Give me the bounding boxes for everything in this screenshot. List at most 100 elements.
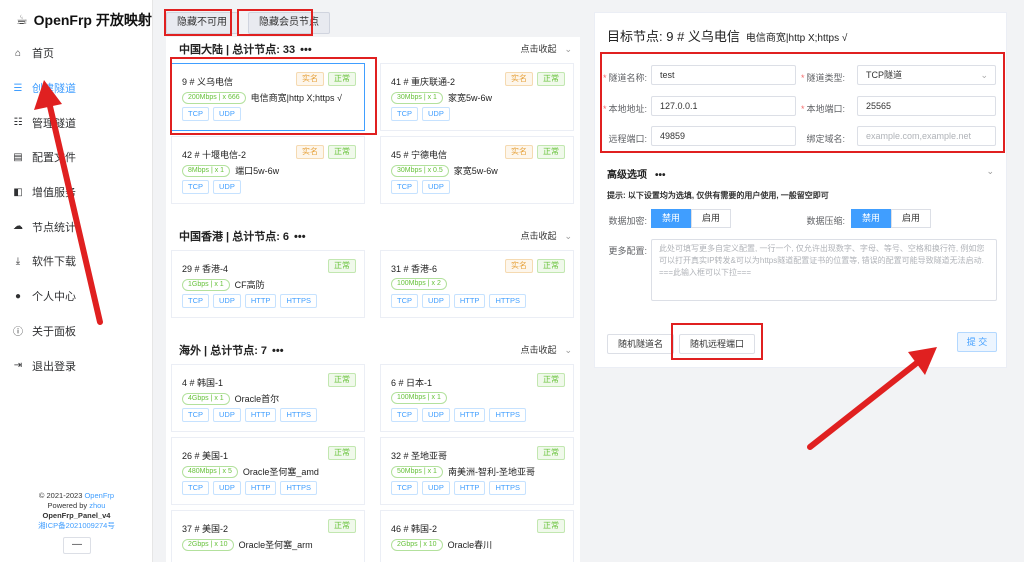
node-card[interactable]: 45 # 宁德电信 实名 正常 30Mbps | x 0.5 家宽5w-6w TCP UDP xyxy=(380,136,574,204)
chevron-down-icon[interactable]: ⌄ xyxy=(986,166,994,177)
encrypt-disable-option[interactable]: 禁用 xyxy=(651,209,692,228)
sidebar-collapse-button[interactable]: — xyxy=(63,537,91,554)
protocol-tag: HTTP xyxy=(244,481,277,495)
target-node-title: 目标节点: 9 # 义乌电信 电信商宽|http X;https √ xyxy=(607,26,847,45)
node-badges: 实名 正常 xyxy=(505,259,565,273)
encrypt-enable-option[interactable]: 启用 xyxy=(691,209,732,228)
protocol-tags: TCP UDP HTTP HTTPS xyxy=(391,481,527,495)
protocol-tag: HTTPS xyxy=(489,408,527,422)
bandwidth-tag: 4Gbps | x 1 xyxy=(182,392,230,405)
node-title: 6 # 日本-1 xyxy=(391,378,433,388)
node-badges: 实名 正常 xyxy=(505,145,565,159)
bandwidth-tag: 50Mbps | x 1 xyxy=(391,465,443,478)
group-header[interactable]: 中国大陆 | 总计节点: 33 ••• xyxy=(179,41,312,57)
node-card[interactable]: 26 # 美国-1 正常 480Mbps | x 5 Oracle圣何塞_amd TCP… xyxy=(171,437,365,505)
chevron-down-icon: ⌄ xyxy=(564,44,572,54)
node-title: 4 # 韩国-1 xyxy=(182,378,224,388)
node-card[interactable]: 31 # 香港-6 实名 正常 100Mbps | x 2 TCP UDP HTTP HTTP… xyxy=(380,250,574,318)
compress-enable-option[interactable]: 启用 xyxy=(891,209,932,228)
list-icon: ☰ xyxy=(13,82,23,94)
sidebar-item-label: 退出登录 xyxy=(32,360,76,373)
protocol-tag: TCP xyxy=(391,481,418,495)
sidebar-item-label: 管理隧道 xyxy=(32,117,76,130)
node-card[interactable]: 42 # 十堰电信-2 实名 正常 8Mbps | x 1 端口5w-6w TCP UDP xyxy=(171,136,365,204)
sidebar-item-6[interactable]: ⤓ 软件下载 xyxy=(0,244,153,279)
icp-link[interactable]: 湘ICP备2021009274号 xyxy=(0,521,153,531)
protocol-tag: UDP xyxy=(422,294,450,308)
protocol-tags: TCP UDP HTTP HTTPS xyxy=(182,294,318,308)
collapse-label: 点击收起 xyxy=(520,44,557,54)
node-badges: 正常 xyxy=(537,446,565,460)
protocol-tag: UDP xyxy=(422,481,450,495)
sidebar-item-9[interactable]: ⇥ 退出登录 xyxy=(0,348,153,383)
node-card[interactable]: 4 # 韩国-1 正常 4Gbps | x 1 Oracle首尔 TCP UDP HTTP H… xyxy=(171,364,365,432)
group-title: 中国香港 | 总计节点: 6 xyxy=(179,231,290,243)
status-badge: 正常 xyxy=(328,145,356,159)
more-dots-icon[interactable]: ••• xyxy=(272,345,284,357)
openfrp-link[interactable]: OpenFrp xyxy=(84,491,114,500)
protocol-tag: UDP xyxy=(422,107,450,121)
verified-badge: 实名 xyxy=(505,145,533,159)
random-tunnel-name-button[interactable]: 随机隧道名 xyxy=(607,334,675,354)
collapse-label: 点击收起 xyxy=(520,231,557,241)
sidebar-item-4[interactable]: ◧ 增值服务 xyxy=(0,175,153,210)
more-config-label: 更多配置: xyxy=(608,246,647,256)
group-collapse-link[interactable]: 点击收起 ⌄ xyxy=(520,229,572,242)
brand[interactable]: ☕ OpenFrp 开放映射 xyxy=(16,10,152,30)
protocol-tags: TCP UDP xyxy=(391,180,450,194)
powered-text: Powered by xyxy=(47,501,90,510)
protocol-tag: HTTPS xyxy=(489,481,527,495)
node-speed-row: 480Mbps | x 5 Oracle圣何塞_amd xyxy=(182,465,319,478)
protocol-tag: TCP xyxy=(182,481,209,495)
node-title: 31 # 香港-6 xyxy=(391,264,438,274)
sidebar-item-7[interactable]: ● 个人中心 xyxy=(0,279,153,314)
node-card[interactable]: 29 # 香港-4 正常 1Gbps | x 1 CF高防 TCP UDP HTTP HTTP… xyxy=(171,250,365,318)
node-badges: 正常 xyxy=(328,373,356,387)
submit-button[interactable]: 提 交 xyxy=(957,332,997,352)
sidebar-item-1[interactable]: ☰ 创建隧道 xyxy=(0,71,153,106)
node-card[interactable]: 37 # 美国-2 正常 2Gbps | x 10 Oracle圣何塞_arm xyxy=(171,510,365,562)
protocol-tags: TCP UDP xyxy=(182,180,241,194)
home-icon: ⌂ xyxy=(14,47,22,59)
advanced-tip: 提示: 以下设置均为选填, 仅供有需要的用户使用, 一般留空即可 xyxy=(607,191,829,200)
more-dots-icon[interactable]: ••• xyxy=(294,231,306,243)
node-title: 37 # 美国-2 xyxy=(182,524,229,534)
node-speed-row: 8Mbps | x 1 端口5w-6w xyxy=(182,164,279,177)
node-note: Oracle圣何塞_amd xyxy=(242,467,319,477)
sidebar-item-3[interactable]: ▤ 配置文件 xyxy=(0,140,153,175)
bandwidth-tag: 100Mbps | x 2 xyxy=(391,278,447,290)
target-node-note: 电信商宽|http X;https √ xyxy=(745,33,848,44)
node-card[interactable]: 41 # 重庆联通-2 实名 正常 30Mbps | x 1 家宽5w-6w TCP UDP xyxy=(380,63,574,131)
compress-disable-option[interactable]: 禁用 xyxy=(851,209,892,228)
group-header[interactable]: 中国香港 | 总计节点: 6 ••• xyxy=(179,228,306,244)
protocol-tags: TCP UDP HTTP HTTPS xyxy=(182,408,318,422)
status-badge: 正常 xyxy=(537,519,565,533)
group-header[interactable]: 海外 | 总计节点: 7 ••• xyxy=(179,342,284,358)
sidebar-item-8[interactable]: ⓘ 关于面板 xyxy=(0,314,153,349)
protocol-tag: TCP xyxy=(391,294,418,308)
node-card[interactable]: 32 # 圣地亚哥 正常 50Mbps | x 1 南美洲-智利-圣地亚哥 TCP UDP… xyxy=(380,437,574,505)
sidebar-item-2[interactable]: ☷ 管理隧道 xyxy=(0,105,153,140)
status-badge: 正常 xyxy=(537,373,565,387)
protocol-tag: HTTP xyxy=(453,408,486,422)
node-card[interactable]: 6 # 日本-1 正常 100Mbps | x 1 TCP UDP HTTP HTTPS xyxy=(380,364,574,432)
more-config-textarea[interactable]: 此处可填写更多自定义配置, 一行一个, 仅允许出现数字、字母、等号、空格和换行符… xyxy=(651,239,997,301)
node-badges: 正常 xyxy=(537,373,565,387)
group-collapse-link[interactable]: 点击收起 ⌄ xyxy=(520,42,572,55)
node-title: 45 # 宁德电信 xyxy=(391,150,448,160)
advanced-options-header[interactable]: 高级选项 ••• xyxy=(607,166,666,181)
node-note: 南美洲-智利-圣地亚哥 xyxy=(447,467,535,477)
zhou-link[interactable]: zhou xyxy=(89,501,105,510)
bandwidth-tag: 2Gbps | x 10 xyxy=(391,538,443,551)
download-icon: ⤓ xyxy=(15,255,21,267)
node-speed-row: 100Mbps | x 2 xyxy=(391,278,447,290)
sidebar-menu: ⌂ 首页 ☰ 创建隧道 ☷ 管理隧道 ▤ 配置文件 ◧ 增值服务 ☁ 节点统计 ⤓ 软件下载 ● 个人中心 ⓘ 关… xyxy=(0,36,153,383)
group-collapse-link[interactable]: 点击收起 ⌄ xyxy=(520,343,572,356)
sidebar-item-5[interactable]: ☁ 节点统计 xyxy=(0,209,153,244)
sidebar-item-0[interactable]: ⌂ 首页 xyxy=(0,36,153,71)
more-dots-icon[interactable]: ••• xyxy=(300,44,312,56)
coffee-icon: ☕ xyxy=(16,12,28,27)
node-card[interactable]: 46 # 韩国-2 正常 2Gbps | x 10 Oracle春川 xyxy=(380,510,574,562)
node-badges: 正常 xyxy=(537,519,565,533)
status-badge: 正常 xyxy=(537,72,565,86)
